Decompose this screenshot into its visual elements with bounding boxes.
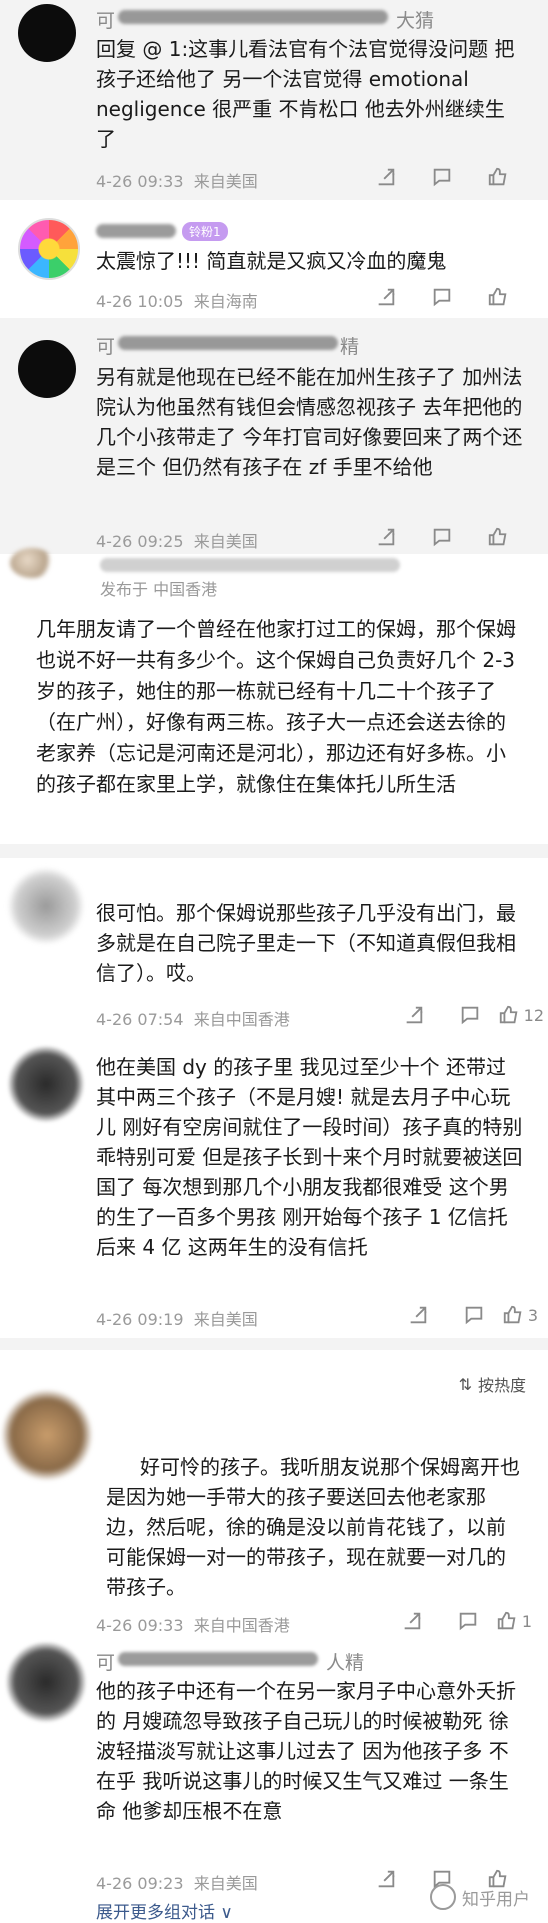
share-icon[interactable] <box>390 1300 446 1330</box>
commenter-name[interactable]: 可 <box>96 332 115 359</box>
comment-5: 很可怕。那个保姆说那些孩子几乎没有出门，最多就是在自己院子里走一下（不知道真假但… <box>0 858 548 1038</box>
section-divider <box>0 1338 548 1350</box>
comment-actions <box>358 282 526 312</box>
post-location: 发布于 中国香港 <box>100 580 218 599</box>
comment-1: 可 大猜 回复 @ 1:这事儿看法官有个法官觉得没问题 把孩子还给他了 另一个法… <box>0 0 548 200</box>
sort-label: 按热度 <box>477 1376 526 1395</box>
sort-toggle[interactable]: ⇅ 按热度 <box>459 1372 526 1396</box>
comment-6: 他在美国 dy 的孩子里 我见过至少十个 还带过其中两三个孩子（不是月嫂! 就是… <box>0 1038 548 1338</box>
comment-actions: 12 <box>386 1000 544 1030</box>
zhihu-logo-icon <box>430 1884 456 1910</box>
comment-icon[interactable] <box>440 1606 496 1636</box>
commenter-name[interactable]: 可 <box>96 6 115 33</box>
avatar[interactable] <box>10 548 54 578</box>
like-icon <box>497 1611 516 1630</box>
like-button[interactable]: 1 <box>496 1606 532 1636</box>
comment-2: 铃粉1 太震惊了!!! 简直就是又疯又冷血的魔鬼 4-26 10:05 来自海南 <box>0 200 548 318</box>
avatar[interactable] <box>18 218 80 280</box>
like-icon[interactable] <box>470 522 526 552</box>
comment-time: 4-26 09:33 来自美国 <box>96 172 258 191</box>
like-count: 12 <box>523 1005 544 1025</box>
comment-actions <box>358 522 526 552</box>
like-icon[interactable] <box>470 282 526 312</box>
like-count: 1 <box>521 1611 532 1631</box>
avatar[interactable] <box>2 1390 92 1480</box>
redaction-mark <box>118 10 388 24</box>
comment-time: 4-26 09:23 来自美国 <box>96 1874 258 1893</box>
avatar[interactable] <box>6 1642 86 1722</box>
comment-time: 4-26 09:19 来自美国 <box>96 1310 258 1329</box>
comment-time: 4-26 09:33 来自中国香港 <box>96 1616 290 1635</box>
comment-time: 4-26 10:05 来自海南 <box>96 292 258 311</box>
comment-text: 好可怜的孩子。我听朋友说那个保姆离开也是因为她一手带大的孩子要送回去他老家那边，… <box>106 1455 520 1599</box>
commenter-name-tail[interactable]: 精 <box>340 332 359 359</box>
comment-icon[interactable] <box>442 1000 498 1030</box>
comment-4: 发布于 中国香港 几年朋友请了一个曾经在他家打过工的保姆，那个保姆也说不好一共有… <box>0 548 548 844</box>
section-divider <box>0 844 548 858</box>
share-icon[interactable] <box>358 162 414 192</box>
like-button[interactable]: 3 <box>502 1300 538 1330</box>
comment-text: 很可怕。那个保姆说那些孩子几乎没有出门，最多就是在自己院子里走一下（不知道真假但… <box>96 901 516 985</box>
comment-8: 可 人精 他的孩子中还有一个在另一家月子中心意外夭折的 月嫂疏忽导致孩子自己玩儿… <box>0 1640 548 1923</box>
comment-icon[interactable] <box>446 1300 502 1330</box>
share-icon[interactable] <box>384 1606 440 1636</box>
avatar[interactable] <box>8 868 84 944</box>
like-icon <box>499 1005 518 1024</box>
sort-icon: ⇅ <box>458 1374 472 1394</box>
redaction-mark <box>96 224 176 238</box>
watermark-text: 知乎用户 <box>462 1889 530 1910</box>
comment-actions <box>358 162 526 192</box>
comment-time: 4-26 07:54 来自中国香港 <box>96 1010 290 1029</box>
commenter-name[interactable]: 可 <box>96 1648 115 1675</box>
share-icon[interactable] <box>358 282 414 312</box>
comment-7: ⇅ 按热度 好可怜的孩子。我听朋友说那个保姆离开也是因为她一手带大的孩子要送回去… <box>0 1350 548 1640</box>
like-icon <box>503 1305 522 1324</box>
comment-time: 4-26 09:25 来自美国 <box>96 532 258 551</box>
comment-3: 可 精 另有就是他现在已经不能在加州生孩子了 加州法院认为他虽然有钱但会情感忽视… <box>0 318 548 554</box>
redaction-mark <box>100 558 400 572</box>
comment-icon[interactable] <box>414 522 470 552</box>
comment-text: 太震惊了!!! 简直就是又疯又冷血的魔鬼 <box>96 249 447 273</box>
comment-text: 他在美国 dy 的孩子里 我见过至少十个 还带过其中两三个孩子（不是月嫂! 就是… <box>96 1055 523 1259</box>
expand-more-threads[interactable]: 展开更多组对话 ∨ <box>96 1898 233 1923</box>
comment-icon[interactable] <box>414 282 470 312</box>
share-icon[interactable] <box>358 522 414 552</box>
comment-actions: 3 <box>390 1300 538 1330</box>
comment-icon[interactable] <box>414 162 470 192</box>
comment-text: 他的孩子中还有一个在另一家月子中心意外夭折的 月嫂疏忽导致孩子自己玩儿的时候被勒… <box>96 1679 516 1823</box>
redaction-mark <box>118 336 338 350</box>
avatar[interactable] <box>8 1046 84 1122</box>
commenter-name-tail[interactable]: 大猜 <box>396 6 434 33</box>
avatar[interactable] <box>18 340 76 398</box>
comment-text: 另有就是他现在已经不能在加州生孩子了 加州法院认为他虽然有钱但会情感忽视孩子 去… <box>96 365 523 479</box>
share-icon[interactable] <box>358 1864 414 1894</box>
watermark: 知乎用户 <box>430 1884 530 1910</box>
share-icon[interactable] <box>386 1000 442 1030</box>
like-icon[interactable] <box>470 162 526 192</box>
commenter-name-tail[interactable]: 人精 <box>326 1648 364 1675</box>
redaction-mark <box>118 1652 318 1666</box>
avatar[interactable] <box>18 4 76 62</box>
like-count: 3 <box>527 1305 538 1325</box>
comment-text: 几年朋友请了一个曾经在他家打过工的保姆，那个保姆也说不好一共有多少个。这个保姆自… <box>36 617 516 796</box>
comment-text: 回复 @ 1:这事儿看法官有个法官觉得没问题 把孩子还给他了 另一个法官觉得 e… <box>96 37 515 151</box>
fan-badge: 铃粉1 <box>182 222 228 241</box>
comment-actions: 1 <box>384 1606 532 1636</box>
like-button[interactable]: 12 <box>498 1000 544 1030</box>
